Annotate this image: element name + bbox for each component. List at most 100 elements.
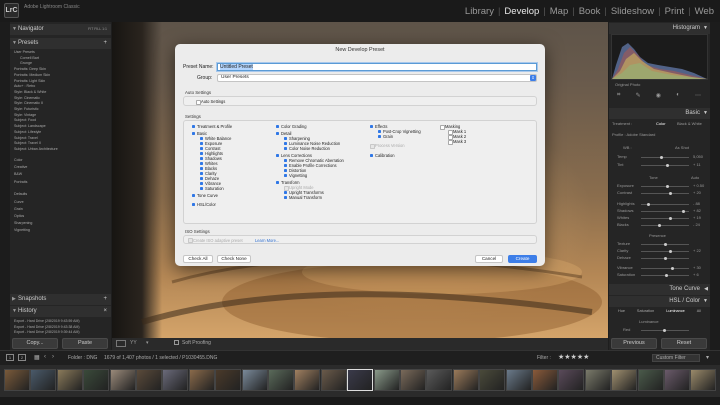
setting-checkbox[interactable]: Treatment & Profile (192, 124, 232, 129)
preset-group[interactable]: Color (14, 158, 32, 164)
before-after-icon[interactable]: YY (130, 340, 137, 346)
filmstrip-thumbnail[interactable] (505, 369, 532, 391)
filmstrip-thumbnail[interactable] (56, 369, 83, 391)
vibrance-slider[interactable] (641, 267, 689, 270)
whites-value[interactable]: + 19 (693, 215, 701, 220)
temp-value[interactable]: 5,050 (693, 154, 703, 159)
filmstrip-thumbnail[interactable] (637, 369, 664, 391)
group-select[interactable]: User Presets ⇕ (217, 74, 537, 82)
preset-group[interactable]: Vignetting (14, 228, 32, 234)
highlights-value[interactable]: - 88 (693, 201, 700, 206)
slider-knob[interactable] (664, 257, 667, 260)
tint-value[interactable]: + 11 (693, 162, 701, 167)
dehaze-slider[interactable] (641, 257, 689, 260)
learn-more-link[interactable]: Learn More... (255, 238, 279, 243)
slider-knob[interactable] (669, 192, 672, 195)
filmstrip-thumbnail[interactable] (30, 369, 57, 391)
history-item[interactable]: Export - Hard Drive (2/8/2019 9:39:44 AM… (14, 330, 80, 336)
filmstrip-thumbnail[interactable] (558, 369, 585, 391)
clear-history-icon[interactable]: × (103, 306, 107, 317)
slider-knob[interactable] (671, 267, 674, 270)
blacks-slider[interactable] (641, 224, 689, 227)
navigator-zoom[interactable]: FIT FILL 1:1 (88, 24, 107, 35)
filmstrip-thumbnail[interactable] (532, 369, 558, 391)
texture-slider[interactable] (641, 243, 689, 246)
filmstrip-thumbnail[interactable] (294, 369, 321, 391)
preset-group[interactable]: Curve (14, 200, 32, 206)
module-map[interactable]: Map (550, 6, 568, 17)
filmstrip-thumbnail[interactable] (611, 369, 638, 391)
module-library[interactable]: Library (465, 6, 494, 17)
filmstrip-thumbnail[interactable] (188, 369, 215, 391)
filmstrip-thumbnail[interactable] (162, 369, 189, 391)
check-none-button[interactable]: Check None (217, 255, 251, 263)
histogram-header[interactable]: Histogram ▼ (609, 23, 710, 34)
auto-tone-button[interactable]: Auto (691, 175, 699, 180)
filmstrip-thumbnail[interactable] (109, 369, 136, 391)
tone-curve-header[interactable]: Tone Curve ◀ (609, 284, 710, 295)
clarity-value[interactable]: + 22 (693, 248, 701, 253)
contrast-slider[interactable] (641, 192, 689, 195)
more-tools-icon[interactable]: ⋯ (695, 92, 701, 102)
slider-knob[interactable] (647, 203, 650, 206)
temp-slider[interactable] (641, 156, 689, 159)
heal-tool-icon[interactable]: ✎ (636, 92, 641, 102)
saturation-slider[interactable] (641, 274, 689, 277)
setting-checkbox[interactable]: Calibration (370, 153, 395, 158)
vibrance-value[interactable]: + 30 (693, 265, 701, 270)
original-photo-label[interactable]: Original Photo (615, 82, 640, 87)
slider-knob[interactable] (663, 329, 666, 332)
slider-knob[interactable] (669, 250, 672, 253)
red-luminance-slider[interactable] (641, 329, 689, 332)
slider-knob[interactable] (658, 224, 661, 227)
monitor-2-icon[interactable]: 2 (18, 354, 26, 361)
basic-header[interactable]: Basic ▼ (609, 108, 710, 119)
previous-button[interactable]: Previous (611, 338, 657, 349)
preset-group[interactable]: Creative (14, 165, 32, 171)
setting-checkbox[interactable]: Grain (378, 134, 393, 139)
copy-button[interactable]: Copy... (12, 338, 58, 349)
check-all-button[interactable]: Check All (183, 255, 213, 263)
slider-knob[interactable] (664, 243, 667, 246)
grid-view-icon[interactable]: ▦ (34, 354, 40, 361)
profile-label[interactable]: Profile : Adobe Standard (612, 132, 655, 137)
filmstrip-thumbnail[interactable] (268, 369, 294, 391)
saturation-value[interactable]: + 6 (693, 272, 699, 277)
forward-icon[interactable]: › (52, 354, 54, 360)
setting-checkbox[interactable]: Saturation (200, 186, 224, 191)
history-item[interactable]: Export - Hard Drive (2/8/2019 9:43:59 AM… (14, 319, 80, 325)
reset-button[interactable]: Reset (661, 338, 707, 349)
shadows-value[interactable]: + 82 (693, 208, 701, 213)
monitor-1-icon[interactable]: 1 (6, 354, 14, 361)
module-print[interactable]: Print (665, 6, 685, 17)
slider-knob[interactable] (666, 164, 669, 167)
preset-group[interactable]: Defaults (14, 192, 32, 198)
add-preset-icon[interactable]: + (103, 38, 107, 49)
preset-group[interactable]: Sharpening (14, 221, 32, 227)
filmstrip-toggle-icon[interactable]: ▾ (706, 354, 709, 361)
filmstrip-thumbnail[interactable] (690, 369, 717, 391)
setting-checkbox[interactable]: Tone Curve (192, 193, 218, 198)
treatment-color[interactable]: Color (656, 121, 666, 126)
exposure-slider[interactable] (641, 185, 689, 188)
soft-proofing-checkbox[interactable] (174, 340, 179, 345)
filmstrip-thumbnail[interactable] (241, 369, 268, 391)
folder-label[interactable]: Folder : DNG (68, 355, 97, 361)
iso-adaptive-checkbox[interactable]: Create ISO adaptive preset (188, 238, 243, 244)
slider-knob[interactable] (665, 274, 668, 277)
module-slideshow[interactable]: Slideshow (611, 6, 654, 17)
presets-header[interactable]: ▼ Presets + (10, 38, 111, 49)
history-header[interactable]: ▼ History × (10, 306, 111, 317)
filmstrip-thumbnail[interactable] (320, 369, 347, 391)
preset-group[interactable]: Grain (14, 207, 32, 213)
module-web[interactable]: Web (695, 6, 714, 17)
setting-checkbox[interactable]: Vignetting (284, 173, 307, 178)
preset-group[interactable]: Optics (14, 214, 32, 220)
tab-luminance[interactable]: Luminance (666, 309, 685, 313)
clarity-slider[interactable] (641, 250, 689, 253)
mask-tool-icon[interactable]: ◐ (676, 92, 680, 102)
filmstrip-thumbnail[interactable] (452, 369, 479, 391)
toolbar-dropdown-icon[interactable]: ▾ (146, 340, 149, 346)
contrast-value[interactable]: + 20 (693, 190, 701, 195)
filmstrip-thumbnail[interactable] (664, 369, 690, 391)
